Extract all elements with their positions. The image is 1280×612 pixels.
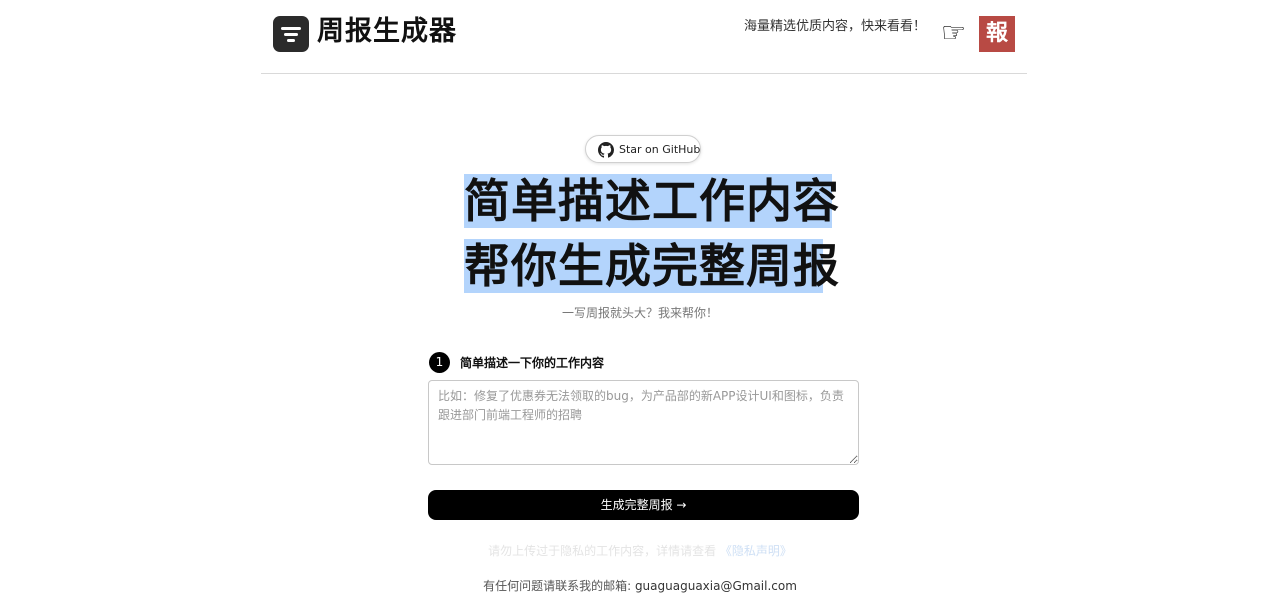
generate-report-button[interactable]: 生成完整周报 → bbox=[428, 490, 859, 520]
github-icon bbox=[598, 142, 614, 158]
github-button-label: Star on GitHub bbox=[619, 143, 701, 156]
contact-text: 有任何问题请联系我的邮箱: bbox=[483, 579, 632, 593]
privacy-policy-link[interactable]: 《隐私声明》 bbox=[720, 544, 792, 558]
contact-info: 有任何问题请联系我的邮箱: guaguaguaxia@Gmail.com bbox=[0, 577, 1280, 595]
contact-email[interactable]: guaguaguaxia@Gmail.com bbox=[635, 579, 797, 593]
work-description-input[interactable] bbox=[428, 380, 859, 465]
news-badge[interactable]: 報 bbox=[979, 16, 1015, 52]
step-number-badge: 1 bbox=[429, 352, 450, 373]
privacy-notice: 请勿上传过于隐私的工作内容，详情请查看 《隐私声明》 bbox=[0, 542, 1280, 560]
header-slogan[interactable]: 海量精选优质内容，快来看看！ bbox=[744, 18, 926, 36]
star-on-github-button[interactable]: Star on GitHub bbox=[585, 135, 701, 163]
hero-title-line-1: 简单描述工作内容 bbox=[464, 174, 840, 228]
step-label: 简单描述一下你的工作内容 bbox=[460, 356, 605, 370]
hero-subtitle: 一写周报就头大？我来帮你！ bbox=[561, 306, 718, 320]
pointing-hand-icon[interactable]: ☞ bbox=[941, 15, 966, 51]
logo-icon[interactable] bbox=[273, 16, 309, 52]
privacy-text: 请勿上传过于隐私的工作内容，详情请查看 bbox=[488, 544, 717, 558]
site-header: 周报生成器 海量精选优质内容，快来看看！ ☞ 報 bbox=[261, 0, 1027, 74]
brand-title[interactable]: 周报生成器 bbox=[317, 15, 457, 49]
hero-title-line-2: 帮你生成完整周报 bbox=[464, 239, 840, 293]
